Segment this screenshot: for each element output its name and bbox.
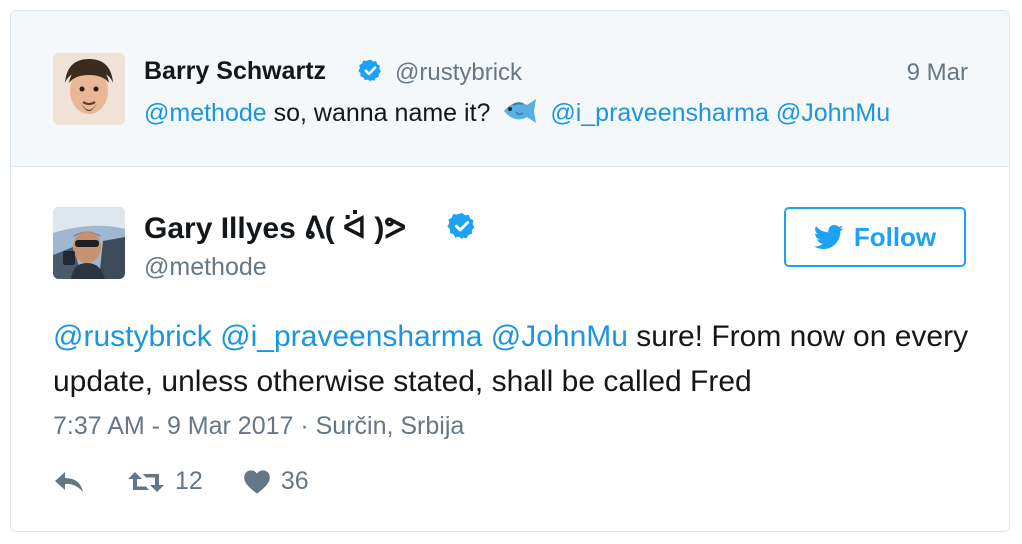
- tweet-actions: 12 36: [53, 467, 309, 496]
- avatar-gary-illyes[interactable]: [53, 207, 125, 279]
- mention-link[interactable]: @i_praveensharma: [550, 99, 769, 127]
- verified-badge-icon: [358, 59, 381, 82]
- heart-icon: [243, 469, 270, 494]
- retweet-count: 12: [175, 467, 203, 495]
- twitter-bird-icon: [813, 224, 844, 249]
- parent-author-name[interactable]: Barry Schwartz: [144, 57, 326, 86]
- parent-tweet-body: so, wanna name it?: [273, 99, 491, 127]
- parent-tweet-text: @methode so, wanna name it? @i_praveensh…: [144, 97, 890, 132]
- verified-badge-icon: [447, 212, 475, 240]
- follow-button[interactable]: Follow: [784, 207, 966, 267]
- parent-author-handle[interactable]: @rustybrick: [395, 59, 522, 87]
- mention-link[interactable]: @JohnMu: [491, 320, 628, 353]
- like-button[interactable]: 36: [243, 467, 309, 496]
- retweet-icon: [128, 471, 164, 492]
- parent-tweet[interactable]: Barry Schwartz @rustybrick 9 Mar @method…: [11, 11, 1009, 167]
- follow-label: Follow: [853, 221, 937, 252]
- mention-link[interactable]: @i_praveensharma: [220, 320, 482, 353]
- author-handle[interactable]: @methode: [144, 253, 267, 282]
- tweet-text: @rustybrick @i_praveensharma @JohnMu sur…: [53, 314, 973, 404]
- tweet-embed-card: Barry Schwartz @rustybrick 9 Mar @method…: [10, 10, 1010, 532]
- mention-link[interactable]: @methode: [144, 99, 267, 127]
- mention-link[interactable]: @rustybrick: [53, 320, 212, 353]
- fish-icon: [501, 97, 539, 132]
- author-name[interactable]: Gary Illyes ᕕ( ᐛ )ᕗ: [144, 211, 406, 246]
- like-count: 36: [280, 467, 309, 495]
- avatar-barry-schwartz[interactable]: [53, 53, 125, 125]
- parent-tweet-date[interactable]: 9 Mar: [907, 59, 968, 87]
- reply-icon: [55, 471, 83, 492]
- mention-link[interactable]: @JohnMu: [776, 99, 890, 127]
- tweet-timestamp[interactable]: 7:37 AM - 9 Mar 2017 · Surčin, Srbija: [53, 412, 464, 441]
- retweet-button[interactable]: 12: [127, 467, 203, 496]
- reply-button[interactable]: [53, 470, 85, 494]
